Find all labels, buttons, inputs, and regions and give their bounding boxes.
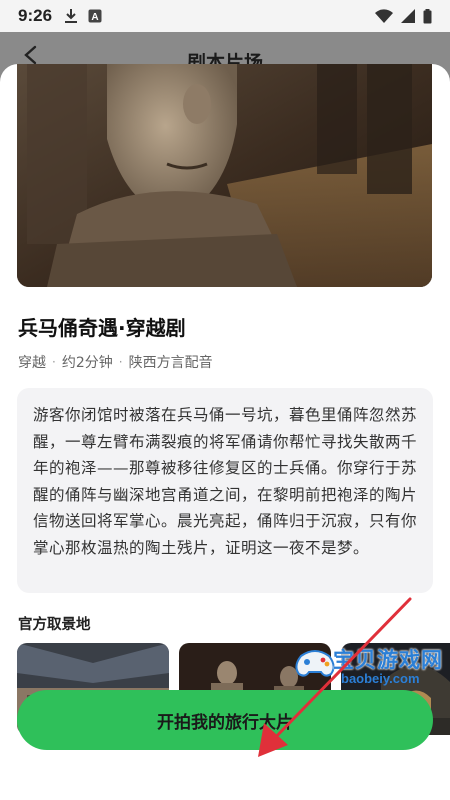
status-bar: 9:26 A <box>0 0 450 32</box>
hero-image <box>17 64 432 287</box>
wifi-icon <box>375 9 393 23</box>
locations-title: 官方取景地 <box>18 617 91 633</box>
story-meta: 穿越 · 约2分钟 · 陕西方言配音 <box>18 352 213 372</box>
pointer-arrow-icon <box>258 597 412 757</box>
story-sheet: 兵马俑奇遇·穿越剧 穿越 · 约2分钟 · 陕西方言配音 游客你闭馆时被落在兵马… <box>0 64 450 800</box>
meta-duration: 约2分钟 <box>61 355 113 371</box>
story-title: 兵马俑奇遇·穿越剧 <box>18 316 186 340</box>
signal-icon <box>401 9 415 23</box>
meta-separator: · <box>52 355 56 369</box>
a-notification-icon: A <box>88 9 102 23</box>
meta-separator: · <box>118 355 123 369</box>
battery-icon <box>423 8 432 23</box>
story-synopsis: 游客你闭馆时被落在兵马俑一号坑，暮色里俑阵忽然苏醒，一尊左臂布满裂痕的将军俑请你… <box>17 388 433 593</box>
status-time: 9:26 <box>18 6 53 25</box>
svg-text:A: A <box>91 12 98 23</box>
meta-genre: 穿越 <box>18 355 46 371</box>
meta-voice: 陕西方言配音 <box>128 355 213 371</box>
download-icon <box>65 9 78 23</box>
